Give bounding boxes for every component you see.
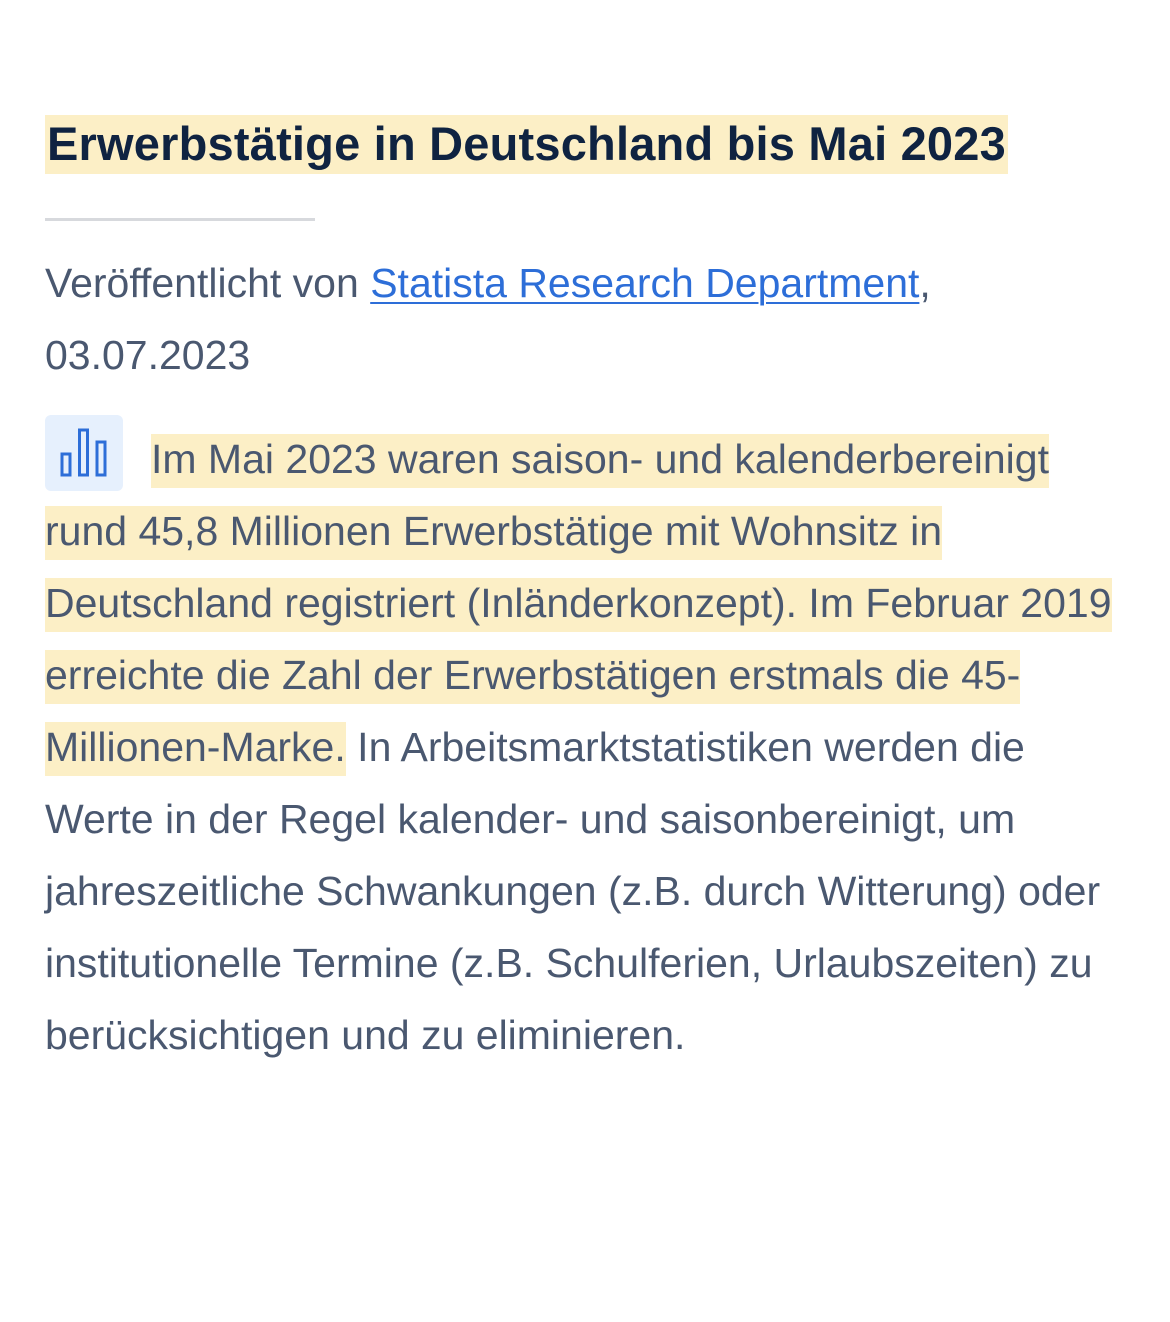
bar-chart-icon bbox=[45, 415, 123, 491]
publication-info: Veröffentlicht von Statista Research Dep… bbox=[45, 247, 1125, 391]
author-link[interactable]: Statista Research Department bbox=[370, 260, 919, 306]
article-header: Erwerbstätige in Deutschland bis Mai 202… bbox=[45, 108, 1125, 1071]
published-by-label: Veröffentlicht von bbox=[45, 260, 359, 306]
author-separator: , bbox=[919, 260, 931, 306]
title-divider bbox=[45, 218, 315, 221]
title-highlight: Erwerbstätige in Deutschland bis Mai 202… bbox=[45, 115, 1008, 174]
publication-date: 03.07.2023 bbox=[45, 332, 251, 378]
statistic-description: Im Mai 2023 waren saison- und kalenderbe… bbox=[45, 415, 1120, 1071]
page-title: Erwerbstätige in Deutschland bis Mai 202… bbox=[45, 108, 1125, 180]
